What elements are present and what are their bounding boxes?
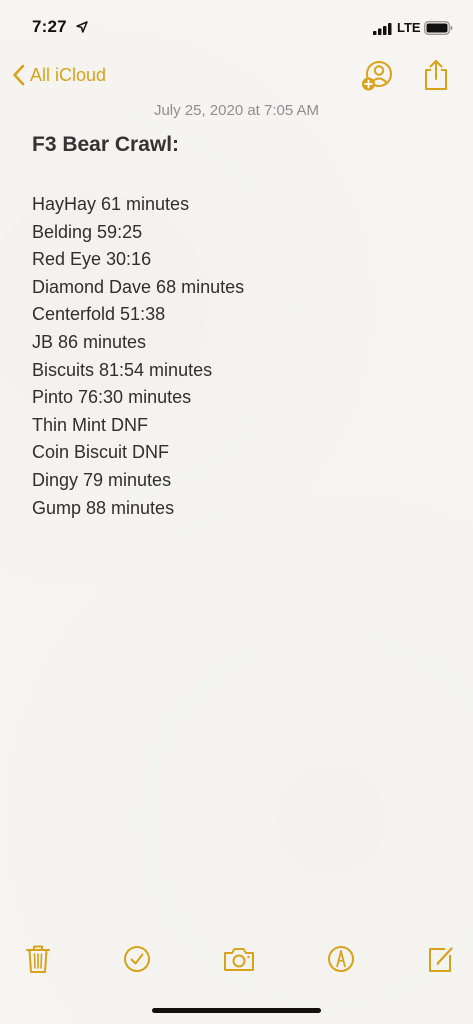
share-icon[interactable] <box>421 58 451 92</box>
note-line: Diamond Dave 68 minutes <box>32 276 245 297</box>
location-arrow-icon <box>76 21 88 33</box>
home-indicator[interactable] <box>152 1008 321 1013</box>
note-line: Red Eye 30:16 <box>32 249 152 270</box>
trash-icon[interactable] <box>23 943 53 975</box>
note-line: Belding 59:25 <box>32 221 143 242</box>
note-body[interactable]: HayHay 61 minutes Belding 59:25 Red Eye … <box>32 191 244 522</box>
compose-icon[interactable] <box>425 943 455 975</box>
back-label: All iCloud <box>30 64 107 85</box>
note-line: Dingy 79 minutes <box>32 469 172 490</box>
status-time: 7:27 <box>32 17 67 36</box>
camera-icon[interactable] <box>222 943 256 975</box>
network-type: LTE <box>397 20 421 35</box>
note-line: Thin Mint DNF <box>32 414 149 435</box>
markup-icon[interactable] <box>326 943 356 975</box>
note-line: HayHay 61 minutes <box>32 194 190 214</box>
battery-icon <box>424 21 453 35</box>
checklist-icon[interactable] <box>122 943 152 975</box>
note-line: Biscuits 81:54 minutes <box>32 359 213 380</box>
note-line: Coin Biscuit DNF <box>32 442 170 463</box>
note-date: July 25, 2020 at 7:05 AM <box>153 102 320 119</box>
signal-bars-icon <box>373 23 392 35</box>
note-line: Gump 88 minutes <box>32 497 175 518</box>
add-person-icon[interactable] <box>360 60 394 92</box>
chevron-left-icon <box>13 64 25 86</box>
note-title[interactable]: F3 Bear Crawl: <box>32 133 179 157</box>
back-button[interactable]: All iCloud <box>12 60 106 90</box>
note-line: Pinto 76:30 minutes <box>32 387 192 408</box>
note-line: Centerfold 51:38 <box>32 304 166 325</box>
note-line: JB 86 minutes <box>32 331 147 352</box>
status-bar: 7:27 LTE <box>0 0 473 56</box>
